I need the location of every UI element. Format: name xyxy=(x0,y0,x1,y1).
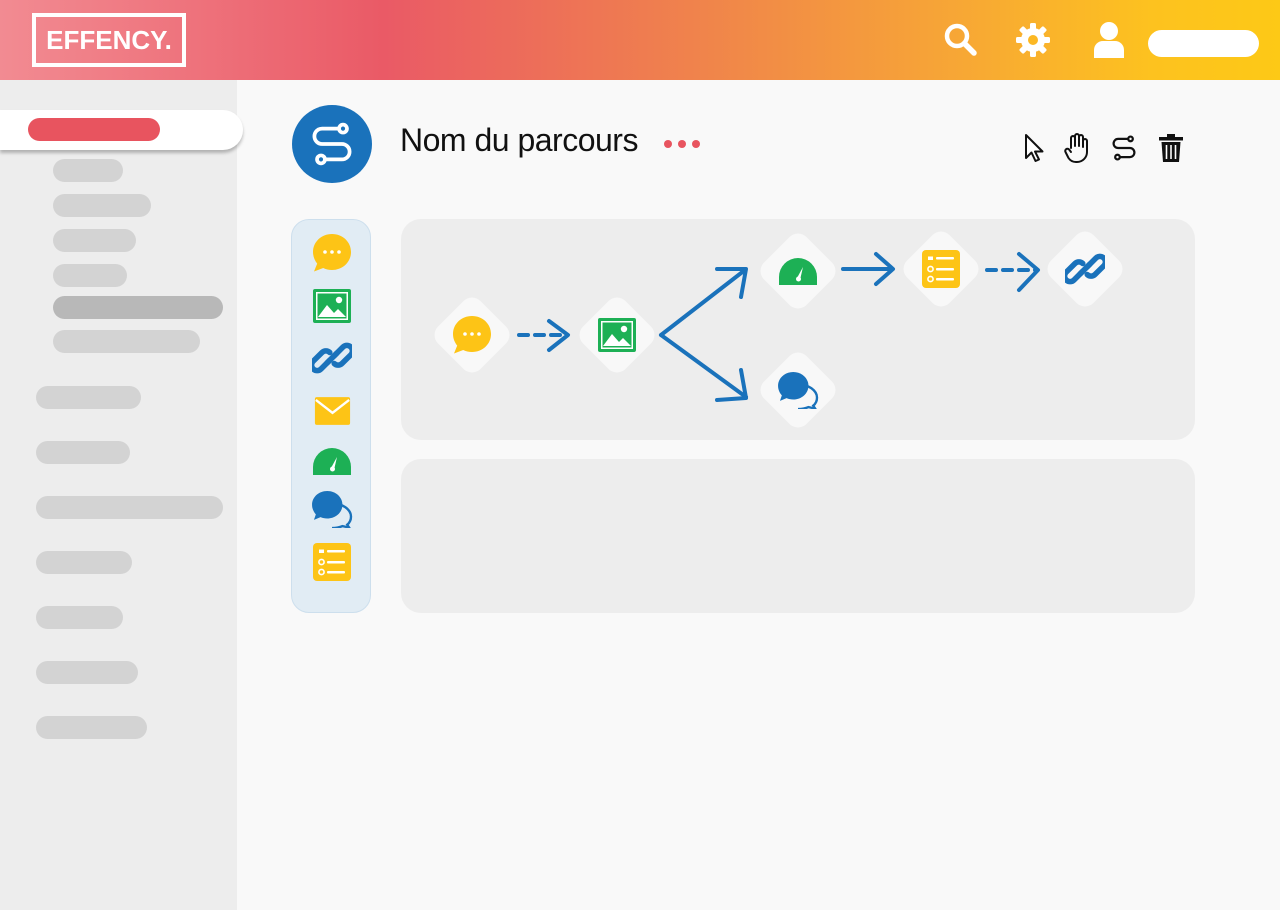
palette-gauge-icon[interactable] xyxy=(311,440,353,482)
trash-icon[interactable] xyxy=(1153,130,1189,166)
palette-link-icon[interactable] xyxy=(311,337,353,379)
image-icon xyxy=(597,317,637,353)
sidebar-active-label-placeholder xyxy=(28,118,160,141)
logo-text: EFFENCY. xyxy=(46,24,172,55)
palette-conversation-icon[interactable] xyxy=(311,488,353,530)
flow-node-link[interactable] xyxy=(1040,224,1130,314)
more-options-icon[interactable] xyxy=(664,140,700,148)
gauge-icon xyxy=(778,257,818,285)
sidebar-item[interactable] xyxy=(36,661,138,684)
palette-image-icon[interactable] xyxy=(311,285,353,327)
chat-bubble-icon xyxy=(452,315,492,355)
route-badge-icon xyxy=(292,105,372,183)
settings-gear-icon[interactable] xyxy=(1013,20,1053,60)
flow-node-conversation[interactable] xyxy=(753,345,843,435)
flow-node-chat-bubble[interactable] xyxy=(427,290,517,380)
palette-envelope-icon[interactable] xyxy=(311,390,353,432)
hand-pan-icon[interactable] xyxy=(1060,130,1096,166)
effency-logo[interactable]: EFFENCY. xyxy=(32,13,186,67)
sidebar-item[interactable] xyxy=(36,606,123,629)
flow-node-image[interactable] xyxy=(572,290,662,380)
pointer-cursor-icon[interactable] xyxy=(1016,130,1052,166)
sidebar-item[interactable] xyxy=(36,716,147,739)
sidebar-subitem-selected[interactable] xyxy=(53,296,223,319)
search-icon[interactable] xyxy=(941,20,981,60)
palette-chat-bubble-icon[interactable] xyxy=(311,232,353,274)
route-tool-icon[interactable] xyxy=(1106,130,1142,166)
sidebar-subitem[interactable] xyxy=(53,194,151,217)
conversation-icon xyxy=(777,371,819,409)
page-title[interactable]: Nom du parcours xyxy=(400,122,638,159)
block-palette xyxy=(291,219,371,613)
checklist-icon xyxy=(921,249,961,289)
sidebar-subitem[interactable] xyxy=(53,159,123,182)
flow-node-gauge[interactable] xyxy=(753,226,843,316)
top-header: EFFENCY. xyxy=(0,0,1280,80)
palette-checklist-icon[interactable] xyxy=(311,541,353,583)
details-panel xyxy=(401,459,1195,613)
flow-node-checklist[interactable] xyxy=(896,224,986,314)
sidebar-subitem[interactable] xyxy=(53,264,127,287)
sidebar-item[interactable] xyxy=(36,551,132,574)
user-icon[interactable] xyxy=(1089,20,1129,60)
sidebar-item[interactable] xyxy=(36,496,223,519)
sidebar-subitem[interactable] xyxy=(53,330,200,353)
sidebar-item-active[interactable] xyxy=(0,110,243,150)
sidebar-subitem[interactable] xyxy=(53,229,136,252)
sidebar-item[interactable] xyxy=(36,441,130,464)
sidebar xyxy=(0,80,243,910)
link-icon xyxy=(1065,249,1105,289)
sidebar-item[interactable] xyxy=(36,386,141,409)
user-name-pill[interactable] xyxy=(1148,30,1259,57)
